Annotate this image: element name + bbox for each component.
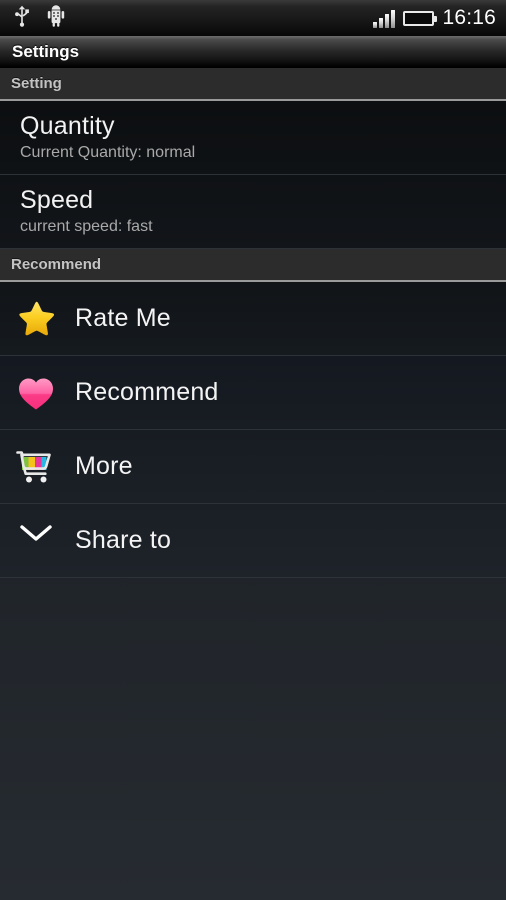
list-item-title: Speed — [20, 186, 94, 214]
list-item-speed[interactable]: Speed current speed: fast — [0, 175, 506, 249]
list-item-more[interactable]: More — [0, 430, 506, 504]
list-item-label: More — [75, 452, 133, 480]
list-item-share-to[interactable]: Share to — [0, 504, 506, 578]
section-header-label: Setting — [11, 75, 62, 92]
android-settings-screen: 16:16 Settings Setting Quantity Current … — [0, 0, 506, 900]
settings-list: Quantity Current Quantity: normal Speed … — [0, 101, 506, 249]
battery-icon — [403, 10, 438, 26]
shopping-cart-icon — [15, 446, 57, 488]
list-item-rate-me[interactable]: Rate Me — [0, 282, 506, 356]
list-item-title: Quantity — [20, 112, 115, 140]
recommend-list: Rate Me Recommend More Share to — [0, 282, 506, 578]
section-header-label: Recommend — [11, 256, 102, 273]
section-header-recommend: Recommend — [0, 249, 506, 282]
status-bar: 16:16 — [0, 0, 506, 36]
list-item-recommend[interactable]: Recommend — [0, 356, 506, 430]
list-item-label: Rate Me — [75, 304, 171, 332]
section-header-setting: Setting — [0, 68, 506, 101]
list-item-label: Recommend — [75, 378, 219, 406]
heart-icon — [15, 372, 57, 414]
status-bar-right-icons: 16:16 — [373, 6, 496, 30]
page-title: Settings — [12, 41, 80, 61]
signal-strength-icon — [373, 9, 396, 28]
usb-icon — [12, 5, 32, 32]
android-debug-icon — [46, 4, 66, 32]
envelope-icon — [15, 520, 57, 562]
list-item-quantity[interactable]: Quantity Current Quantity: normal — [0, 101, 506, 175]
star-icon — [15, 298, 57, 340]
title-bar: Settings — [0, 36, 506, 68]
list-item-label: Share to — [75, 526, 172, 554]
list-item-subtitle: current speed: fast — [20, 218, 153, 235]
status-bar-clock: 16:16 — [442, 6, 496, 29]
list-item-subtitle: Current Quantity: normal — [20, 144, 196, 161]
status-bar-left-icons — [12, 4, 66, 32]
